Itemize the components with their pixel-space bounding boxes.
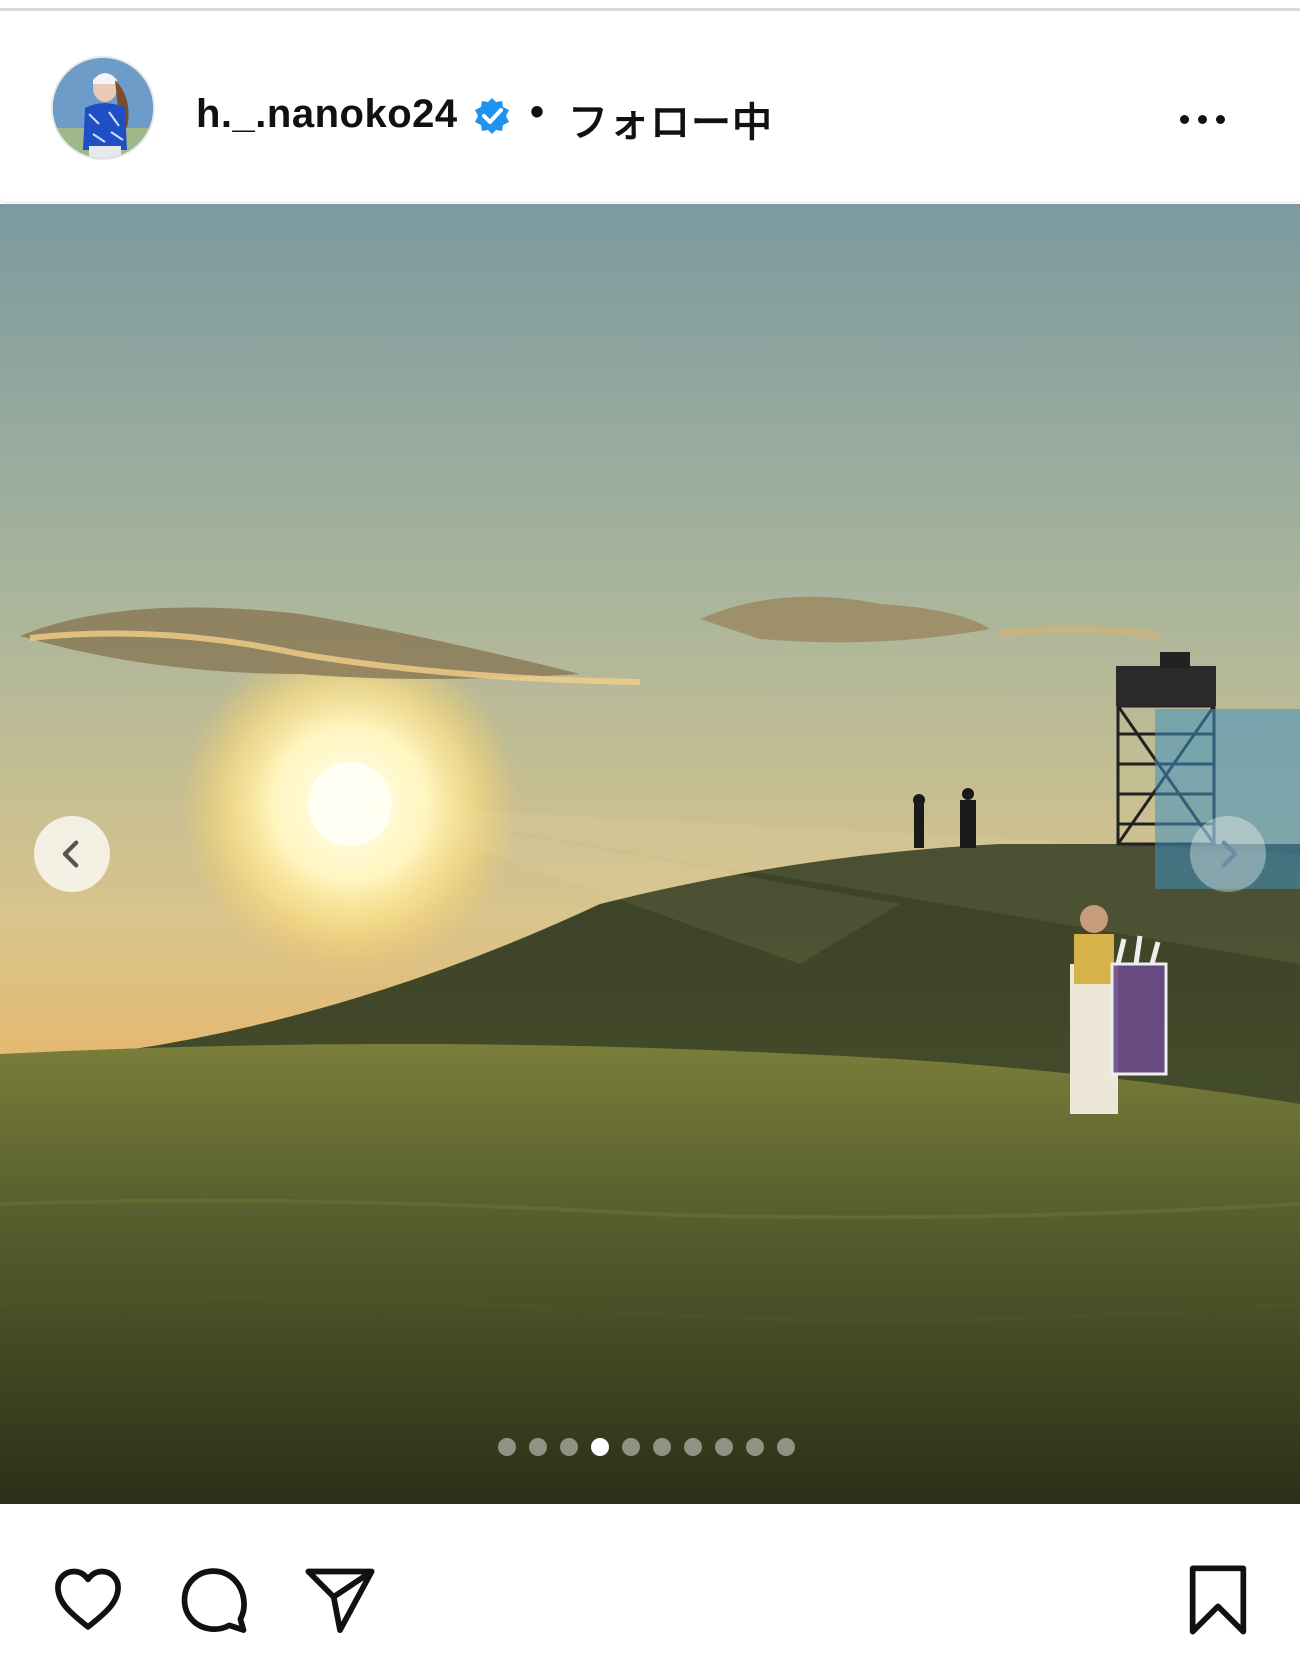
carousel-dot <box>498 1438 516 1456</box>
follow-status-button[interactable]: フォロー中 <box>568 90 773 148</box>
carousel-dot <box>591 1438 609 1456</box>
username[interactable]: h._.nanoko24 <box>196 92 458 137</box>
avatar-image <box>53 58 153 158</box>
more-dot <box>1180 114 1189 124</box>
carousel-dot <box>684 1438 702 1456</box>
golf-sunset-photo <box>0 204 1300 1504</box>
carousel-dot <box>777 1438 795 1456</box>
comment-icon[interactable] <box>177 1562 253 1638</box>
post-header: h._.nanoko24 • フォロー中 <box>0 12 1300 203</box>
carousel-dot <box>529 1438 547 1456</box>
chevron-left-icon <box>62 840 79 868</box>
carousel-prev-button[interactable] <box>34 816 110 892</box>
bookmark-icon[interactable] <box>1180 1562 1256 1638</box>
chevron-right-icon <box>1221 840 1238 868</box>
carousel-indicators <box>498 1438 795 1456</box>
carousel-dot <box>653 1438 671 1456</box>
send-icon[interactable] <box>302 1562 378 1638</box>
carousel-dot <box>622 1438 640 1456</box>
separator: • <box>530 90 545 134</box>
avatar[interactable] <box>51 56 155 160</box>
more-dot <box>1216 114 1225 124</box>
carousel-dot <box>560 1438 578 1456</box>
carousel-dot <box>746 1438 764 1456</box>
top-divider <box>0 8 1300 11</box>
heart-icon[interactable] <box>50 1562 126 1638</box>
post-photo[interactable] <box>0 204 1300 1504</box>
carousel-dot <box>715 1438 733 1456</box>
verified-badge-icon <box>475 98 509 134</box>
more-options-icon[interactable] <box>1180 102 1240 136</box>
more-dot <box>1198 114 1207 124</box>
carousel-next-button[interactable] <box>1190 816 1266 892</box>
